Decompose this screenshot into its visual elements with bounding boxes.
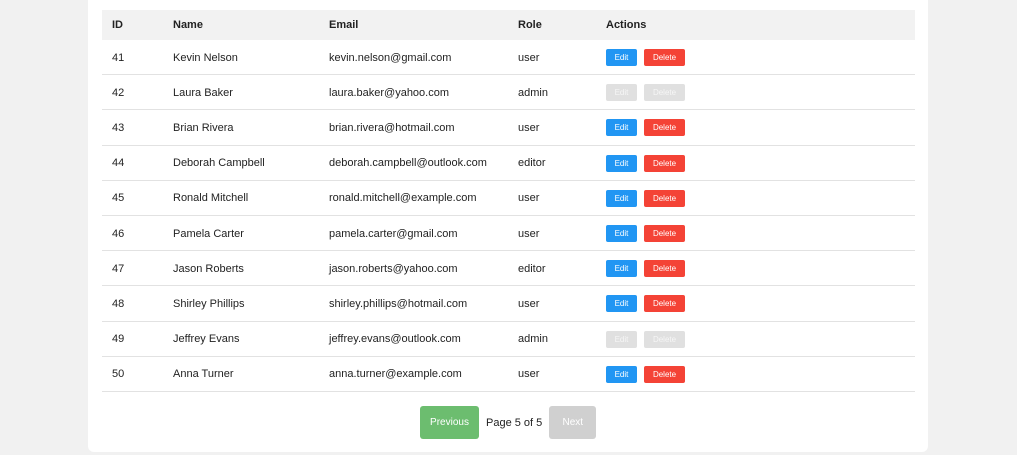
cell-name: Brian Rivera [173,121,234,134]
delete-button[interactable]: Delete [644,295,685,313]
delete-button[interactable]: Delete [644,365,685,383]
edit-button[interactable]: Edit [606,49,637,67]
cell-name: Pamela Carter [173,227,244,240]
cell-id: 46 [112,227,125,240]
cell-email: jason.roberts@yahoo.com [329,262,458,275]
cell-id: 49 [112,333,125,346]
cell-email: jeffrey.evans@outlook.com [329,333,461,346]
cell-id: 44 [112,157,125,170]
header-role: Role [518,19,542,31]
cell-email: kevin.nelson@gmail.com [329,51,452,64]
pagination: Previous Page 5 of 5 Next [420,406,597,439]
cell-actions: Edit Delete [596,49,915,67]
users-card: ID Name Email Role Actions 41 Kevin Nelso… [88,0,928,452]
edit-button[interactable]: Edit [606,119,637,137]
table-row: 47 Jason Roberts jason.roberts@yahoo.com ed… [102,251,915,287]
cell-email: shirley.phillips@hotmail.com [329,297,468,310]
cell-name: Jeffrey Evans [173,333,240,346]
table-row: 41 Kevin Nelson kevin.nelson@gmail.com user… [102,40,915,76]
table-row: 44 Deborah Campbell deborah.campbell@outlo… [102,146,915,181]
table-row: 45 Ronald Mitchell ronald.mitchell@example… [102,181,915,216]
cell-actions: Edit Delete [596,225,915,243]
cell-email: ronald.mitchell@example.com [329,192,477,205]
cell-role: user [518,192,540,205]
table-body: 41 Kevin Nelson kevin.nelson@gmail.com user… [102,40,915,392]
cell-role: user [518,121,540,134]
cell-actions: Edit Delete [596,154,915,172]
users-table: ID Name Email Role Actions 41 Kevin Nelso… [102,10,915,392]
delete-button[interactable]: Delete [644,84,685,102]
cell-email: pamela.carter@gmail.com [329,227,458,240]
edit-button[interactable]: Edit [606,225,637,243]
cell-email: brian.rivera@hotmail.com [329,121,455,134]
header-email: Email [329,19,359,31]
cell-role: user [518,297,540,310]
cell-name: Kevin Nelson [173,51,238,64]
cell-id: 48 [112,297,125,310]
delete-button[interactable]: Delete [644,260,685,278]
cell-actions: Edit Delete [596,295,915,313]
delete-button[interactable]: Delete [644,189,685,207]
cell-name: Anna Turner [173,368,234,381]
cell-actions: Edit Delete [596,119,915,137]
cell-role: user [518,227,540,240]
header-actions: Actions [606,19,647,31]
edit-button[interactable]: Edit [606,154,637,172]
cell-name: Deborah Campbell [173,157,265,170]
edit-button[interactable]: Edit [606,260,637,278]
row-divider [102,390,596,392]
previous-button[interactable]: Previous [420,406,479,439]
header-id: ID [112,19,123,31]
cell-email: laura.baker@yahoo.com [329,86,450,99]
cell-id: 50 [112,368,125,381]
edit-button[interactable]: Edit [606,189,637,207]
cell-actions: Edit Delete [596,330,915,348]
delete-button[interactable]: Delete [644,330,685,348]
cell-role: editor [518,262,546,275]
edit-button[interactable]: Edit [606,365,637,383]
delete-button[interactable]: Delete [644,119,685,137]
delete-button[interactable]: Delete [644,154,685,172]
cell-role: user [518,51,540,64]
edit-button[interactable]: Edit [606,330,637,348]
cell-id: 41 [112,51,125,64]
table-row: 50 Anna Turner anna.turner@example.com user… [102,357,915,392]
cell-id: 47 [112,262,125,275]
delete-button[interactable]: Delete [644,49,685,67]
cell-name: Shirley Phillips [173,297,245,310]
cell-role: editor [518,157,546,170]
cell-actions: Edit Delete [596,260,915,278]
cell-actions: Edit Delete [596,189,915,207]
cell-id: 43 [112,121,125,134]
cell-name: Laura Baker [173,86,233,99]
table-row: 48 Shirley Phillips shirley.phillips@hotma… [102,286,915,322]
table-row: 42 Laura Baker laura.baker@yahoo.com admin E… [102,75,915,111]
table-row: 43 Brian Rivera brian.rivera@hotmail.com us… [102,110,915,146]
table-header: ID Name Email Role Actions [102,10,915,40]
cell-role: user [518,368,540,381]
table-row: 49 Jeffrey Evans jeffrey.evans@outlook.com… [102,322,915,357]
edit-button[interactable]: Edit [606,84,637,102]
row-divider [596,390,915,392]
page-info: Page 5 of 5 [486,416,543,429]
cell-email: deborah.campbell@outlook.com [329,157,487,170]
edit-button[interactable]: Edit [606,295,637,313]
cell-email: anna.turner@example.com [329,368,462,381]
cell-id: 42 [112,86,125,99]
cell-actions: Edit Delete [596,84,915,102]
cell-role: admin [518,333,548,346]
delete-button[interactable]: Delete [644,225,685,243]
cell-id: 45 [112,192,125,205]
cell-name: Jason Roberts [173,262,244,275]
cell-role: admin [518,86,548,99]
next-button[interactable]: Next [549,406,597,439]
header-name: Name [173,19,203,31]
cell-actions: Edit Delete [596,365,915,383]
cell-name: Ronald Mitchell [173,192,249,205]
table-row: 46 Pamela Carter pamela.carter@gmail.com us… [102,216,915,252]
